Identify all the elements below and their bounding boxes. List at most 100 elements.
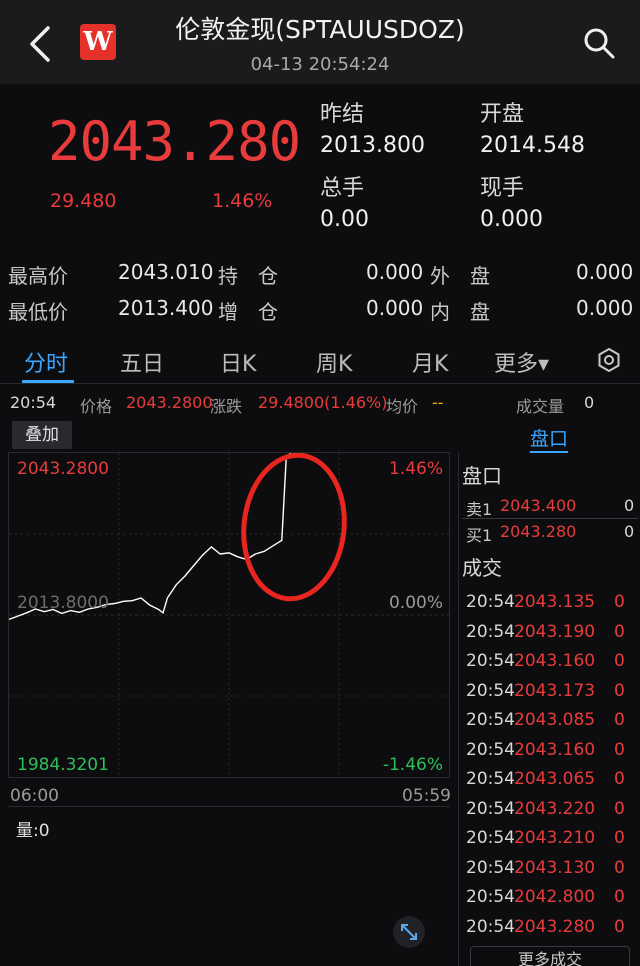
trade-price: 2043.065 <box>514 769 596 789</box>
overlay-button[interactable]: 叠加 <box>12 421 72 449</box>
prev-settle-label: 昨结 <box>320 102 365 127</box>
chart-period-tabs: 分时 五日 日K 周K 月K 更多▾ <box>0 338 640 384</box>
intraday-chart-svg <box>9 453 449 777</box>
expand-icon[interactable] <box>393 916 425 948</box>
trade-time: 20:54 <box>466 681 515 701</box>
back-arrow-icon[interactable] <box>26 24 56 64</box>
tab-more[interactable]: 更多▾ <box>494 346 549 378</box>
bid-label: 买1 <box>466 526 493 545</box>
intraday-chart[interactable]: 2043.2800 1.46% 2013.8000 0.00% 1984.320… <box>8 452 450 778</box>
total-volume-label: 总手 <box>320 176 365 201</box>
tab-monthly-k[interactable]: 月K <box>412 346 448 378</box>
price-change-pct: 1.46% <box>212 190 273 212</box>
trade-qty: 0 <box>614 858 625 878</box>
trade-qty: 0 <box>614 622 625 642</box>
trade-qty: 0 <box>614 740 625 760</box>
trade-time: 20:54 <box>466 769 515 789</box>
bid-price: 2043.280 <box>500 522 577 541</box>
top-bar: W 伦敦金现(SPTAUUSDOZ) 04-13 20:54:24 <box>0 0 640 84</box>
volume-chart[interactable] <box>8 806 450 966</box>
low-label: 最低价 <box>8 300 68 324</box>
info-price-label: 价格 <box>80 397 113 416</box>
trade-row: 20:54 2043.210 0 <box>466 826 636 852</box>
hold-value: 0.000 <box>366 260 424 284</box>
inner-value: 0.000 <box>576 296 634 320</box>
trade-price: 2043.130 <box>514 858 596 878</box>
trade-price: 2043.160 <box>514 740 596 760</box>
instrument-title: 伦敦金现(SPTAUUSDOZ) <box>175 15 465 44</box>
trade-row: 20:54 2043.130 0 <box>466 856 636 882</box>
trade-price: 2043.173 <box>514 681 596 701</box>
trade-time: 20:54 <box>466 710 515 730</box>
trade-qty: 0 <box>614 828 625 848</box>
trade-time: 20:54 <box>466 622 515 642</box>
order-book-title: 盘口 <box>462 464 502 488</box>
trade-row: 20:54 2043.220 0 <box>466 797 636 823</box>
trade-time: 20:54 <box>466 917 515 937</box>
low-value: 2013.400 <box>118 296 214 320</box>
total-volume-value: 0.00 <box>320 207 369 232</box>
trade-row: 20:54 2043.065 0 <box>466 767 636 793</box>
info-time: 20:54 <box>10 393 57 412</box>
trade-row: 20:54 2043.280 0 <box>466 915 636 941</box>
ask-label: 卖1 <box>466 500 493 519</box>
trade-row: 20:54 2043.085 0 <box>466 708 636 734</box>
active-tab-indicator <box>22 380 74 383</box>
trade-row: 20:54 2043.160 0 <box>466 738 636 764</box>
tab-five-day[interactable]: 五日 <box>120 346 164 378</box>
y-max-pct-label: 1.46% <box>388 459 443 479</box>
trade-qty: 0 <box>614 769 625 789</box>
outer-value: 0.000 <box>576 260 634 284</box>
ask-qty: 0 <box>624 496 635 515</box>
x-end-label: 05:59 <box>402 786 451 806</box>
info-chg-label: 涨跌 <box>210 397 243 416</box>
info-volume-label: 成交量 <box>516 397 565 416</box>
tab-weekly-k[interactable]: 周K <box>316 346 352 378</box>
add-label: 增 仓 <box>218 300 278 324</box>
y-min-label: 1984.3201 <box>17 755 109 775</box>
more-trades-button[interactable]: 更多成交 <box>470 946 630 966</box>
gear-icon[interactable] <box>596 347 622 373</box>
trade-row: 20:54 2043.173 0 <box>466 679 636 705</box>
trade-qty: 0 <box>614 651 625 671</box>
open-label: 开盘 <box>480 102 525 127</box>
ask-price: 2043.400 <box>500 496 577 515</box>
y-min-pct-label: -1.46% <box>382 755 443 775</box>
trade-time: 20:54 <box>466 828 515 848</box>
trade-qty: 0 <box>614 681 625 701</box>
outer-label: 外 盘 <box>430 264 490 288</box>
x-start-label: 06:00 <box>10 786 59 806</box>
ask-row: 卖1 2043.400 0 <box>466 494 636 520</box>
volume-label: 量:0 <box>16 821 50 841</box>
y-ref-pct-label: 0.00% <box>388 593 443 613</box>
tab-intraday[interactable]: 分时 <box>24 346 68 378</box>
info-chg: 29.4800(1.46%) <box>258 393 388 412</box>
chart-grid <box>9 453 449 777</box>
tab-daily-k[interactable]: 日K <box>220 346 256 378</box>
stats-row-high: 最高价 2043.010 持 仓 0.000 外 盘 0.000 <box>0 256 640 290</box>
inner-label: 内 盘 <box>430 300 490 324</box>
trade-time: 20:54 <box>466 651 515 671</box>
info-volume: 0 <box>584 393 595 412</box>
bid-qty: 0 <box>624 522 635 541</box>
trade-time: 20:54 <box>466 799 515 819</box>
quote-datetime: 04-13 20:54:24 <box>250 54 390 75</box>
trade-price: 2042.800 <box>514 887 596 907</box>
current-volume-value: 0.000 <box>480 207 543 232</box>
trade-price: 2043.280 <box>514 917 596 937</box>
trade-qty: 0 <box>614 887 625 907</box>
trade-price: 2043.220 <box>514 799 596 819</box>
add-value: 0.000 <box>366 296 424 320</box>
trade-qty: 0 <box>614 710 625 730</box>
y-max-label: 2043.2800 <box>17 459 109 479</box>
trade-time: 20:54 <box>466 887 515 907</box>
trades-title: 成交 <box>462 556 502 580</box>
trade-row: 20:54 2043.190 0 <box>466 620 636 646</box>
trade-time: 20:54 <box>466 592 515 612</box>
trade-qty: 0 <box>614 917 625 937</box>
trade-price: 2043.190 <box>514 622 596 642</box>
info-avg: -- <box>432 393 444 412</box>
current-volume-label: 现手 <box>480 176 525 201</box>
tab-order-book[interactable]: 盘口 <box>530 424 569 453</box>
search-icon[interactable] <box>582 26 616 60</box>
